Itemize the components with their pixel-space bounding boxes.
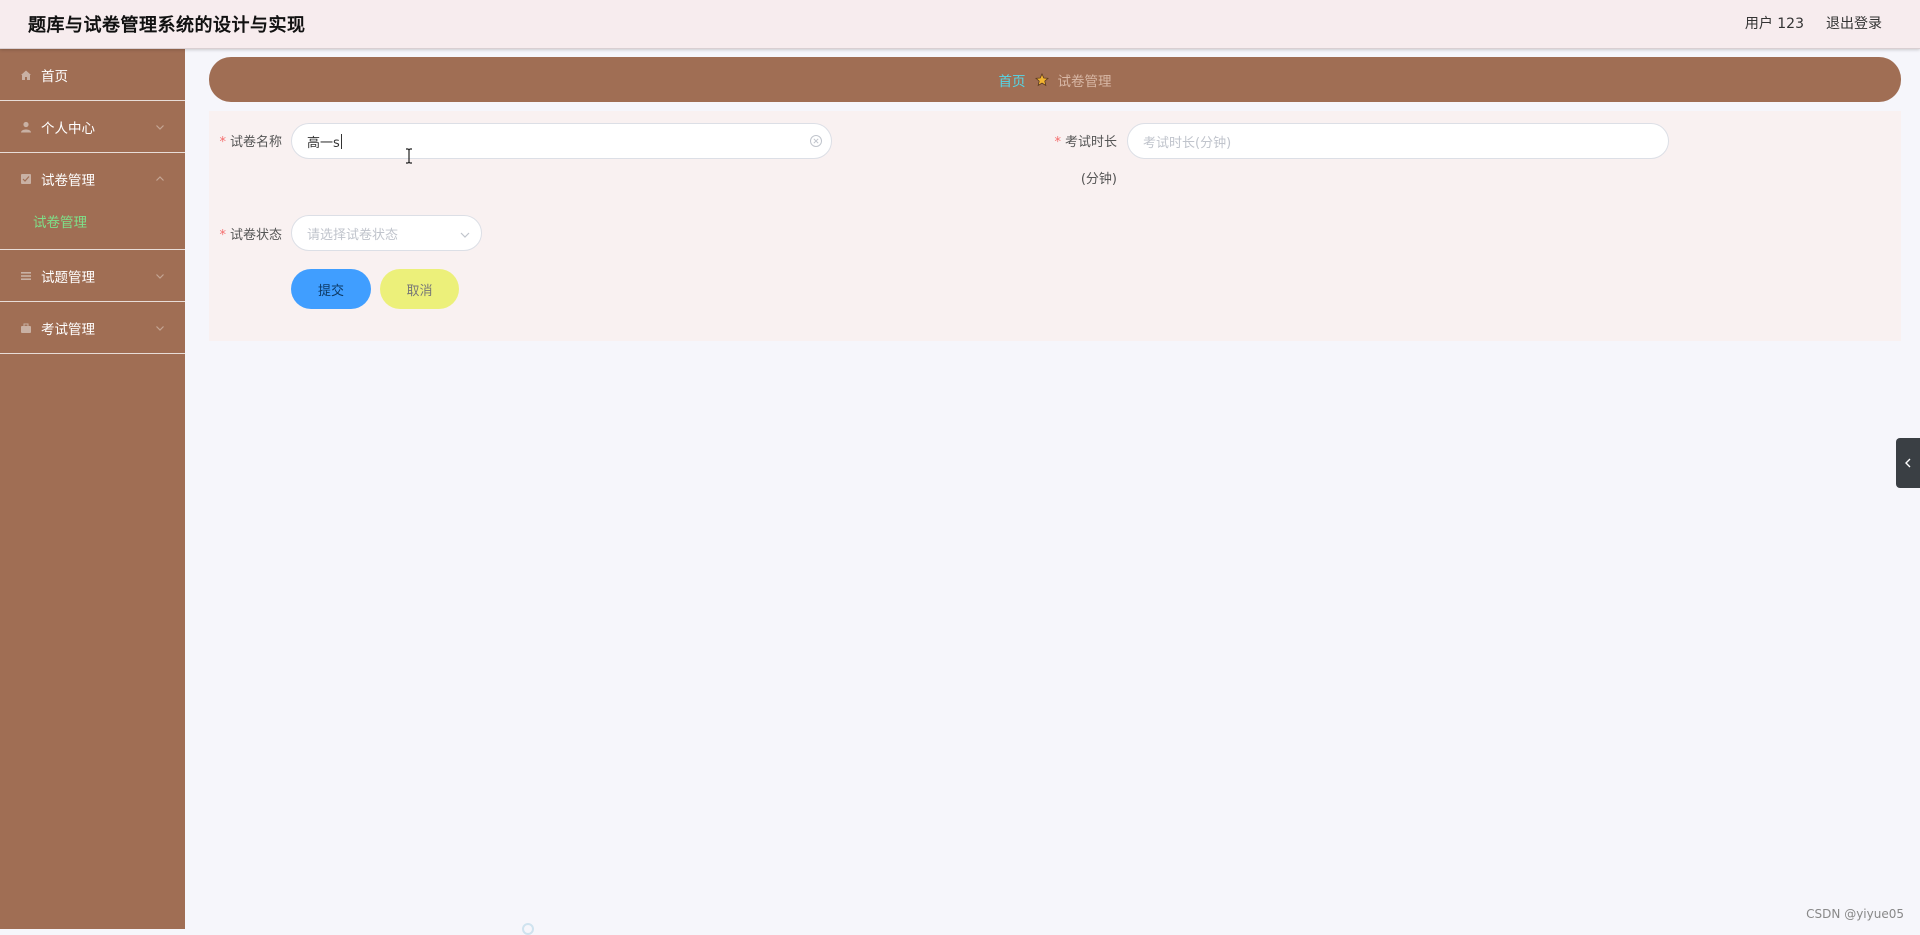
chevron-down-icon xyxy=(459,229,471,241)
sidebar-item-label: 个人中心 xyxy=(41,117,95,137)
circle-close-icon[interactable] xyxy=(809,134,823,148)
sidebar-item-label: 试题管理 xyxy=(41,266,95,286)
topbar-user-area: 用户 123 退出登录 xyxy=(1745,13,1882,33)
chevron-down-icon xyxy=(155,323,165,333)
exam-duration-placeholder: 考试时长(分钟) xyxy=(1143,132,1231,151)
paper-name-label: * 试卷名称 xyxy=(214,131,282,150)
text-cursor-icon xyxy=(405,148,413,164)
sidebar-item-paper-management[interactable]: 试卷管理 xyxy=(0,153,185,205)
required-mark: * xyxy=(1054,135,1061,150)
paper-icon xyxy=(20,173,32,185)
breadcrumb: 首页 试卷管理 xyxy=(209,57,1901,102)
chevron-down-icon xyxy=(155,122,165,132)
home-icon xyxy=(20,69,32,81)
sidebar-submenu: 试卷管理 xyxy=(0,205,185,250)
exam-duration-input[interactable]: 考试时长(分钟) xyxy=(1127,123,1669,159)
app-title: 题库与试卷管理系统的设计与实现 xyxy=(28,11,306,37)
chevron-up-icon xyxy=(155,174,165,184)
sidebar-item-exam-management[interactable]: 考试管理 xyxy=(0,302,185,354)
required-mark: * xyxy=(219,228,226,243)
sidebar-item-label: 首页 xyxy=(41,65,68,85)
text-caret xyxy=(341,134,342,149)
top-bar: 题库与试卷管理系统的设计与实现 用户 123 退出登录 xyxy=(0,0,1920,49)
sidebar-item-label: 试卷管理 xyxy=(41,169,95,189)
paper-status-select[interactable]: 请选择试卷状态 xyxy=(291,215,482,251)
user-icon xyxy=(20,121,32,133)
sidebar-group-paper-management: 试卷管理 试卷管理 xyxy=(0,153,185,250)
paper-status-label: * 试卷状态 xyxy=(214,224,282,243)
user-label: 用户 123 xyxy=(1745,13,1804,33)
cancel-button[interactable]: 取消 xyxy=(380,269,459,309)
exam-duration-label: * 考试时长 xyxy=(1050,131,1117,150)
watermark: CSDN @yiyue05 xyxy=(1806,907,1904,921)
chevron-down-icon xyxy=(155,271,165,281)
sidebar-item-question-management[interactable]: 试题管理 xyxy=(0,250,185,302)
sidebar: 首页 个人中心 试卷管理 试卷管理 试题管理 考试管理 xyxy=(0,49,185,929)
paper-name-value: 高一s xyxy=(307,132,340,151)
sidebar-item-personal-center[interactable]: 个人中心 xyxy=(0,101,185,153)
star-icon xyxy=(1035,73,1049,87)
list-icon xyxy=(20,270,32,282)
paper-name-label-text: 试卷名称 xyxy=(230,135,282,150)
submit-button[interactable]: 提交 xyxy=(291,269,371,309)
paper-status-label-text: 试卷状态 xyxy=(230,228,282,243)
paper-name-input[interactable]: 高一s xyxy=(291,123,832,159)
sidebar-item-label: 考试管理 xyxy=(41,318,95,338)
briefcase-icon xyxy=(20,322,32,334)
exam-duration-unit-label: (分钟) xyxy=(1050,168,1117,187)
scroll-indicator xyxy=(522,923,534,935)
exam-duration-label-text: 考试时长 xyxy=(1065,135,1117,150)
sidebar-item-home[interactable]: 首页 xyxy=(0,49,185,101)
paper-status-placeholder: 请选择试卷状态 xyxy=(307,224,398,243)
chevron-left-icon xyxy=(1903,457,1913,469)
logout-button[interactable]: 退出登录 xyxy=(1826,13,1882,33)
breadcrumb-home-link[interactable]: 首页 xyxy=(999,70,1026,90)
required-mark: * xyxy=(219,135,226,150)
side-panel-toggle[interactable] xyxy=(1896,438,1920,488)
breadcrumb-current: 试卷管理 xyxy=(1058,70,1112,90)
sidebar-subitem-paper-management[interactable]: 试卷管理 xyxy=(33,207,185,239)
